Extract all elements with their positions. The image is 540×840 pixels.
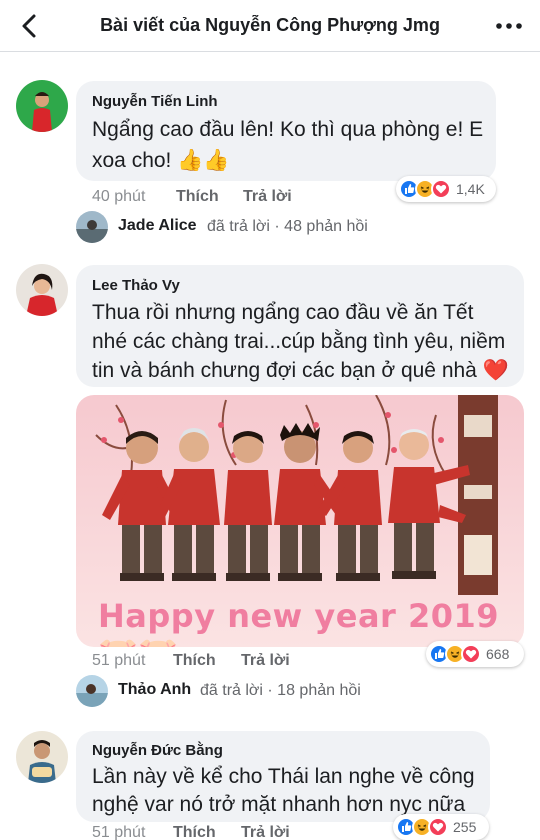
comment-text-line: tin và bánh chưng đợi các bạn ở quê nhà … (92, 359, 509, 382)
comment-text-line: Ngẩng cao đầu lên! Ko thì qua phòng e! E (92, 118, 484, 141)
reaction-count: 668 (486, 646, 510, 662)
like-button[interactable]: Thích (173, 824, 216, 840)
commenter-avatar[interactable] (16, 80, 68, 132)
top-navigation-bar: Bài viết của Nguyễn Công Phượng Jmg (0, 0, 540, 52)
reply-author-avatar (76, 211, 108, 243)
more-options-icon[interactable] (494, 16, 524, 36)
commenter-avatar[interactable] (16, 264, 68, 316)
page-title: Bài viết của Nguyễn Công Phượng Jmg (100, 15, 440, 35)
reply-count-text: đã trả lời · 18 phản hồi (200, 682, 361, 699)
replies-link[interactable]: Jade Alice đã trả lời · 48 phản hồi (76, 211, 476, 245)
back-chevron-icon[interactable] (16, 12, 44, 40)
love-reaction-icon (428, 817, 448, 837)
comment-text-line: Thua rồi nhưng ngẩng cao đầu về ăn Tết (92, 301, 474, 324)
reaction-summary[interactable]: 1,4K (396, 176, 496, 202)
comment-author[interactable]: Nguyễn Đức Bằng (92, 742, 223, 759)
comment-time: 51 phút (92, 652, 146, 669)
reaction-summary[interactable]: 255 (393, 814, 489, 840)
like-button[interactable]: Thích (173, 652, 216, 670)
reply-author-avatar (76, 675, 108, 707)
comment-time: 51 phút (92, 824, 146, 840)
reaction-summary[interactable]: 668 (426, 641, 524, 667)
reply-count-text: đã trả lời · 48 phản hồi (207, 218, 368, 235)
comment-author[interactable]: Nguyễn Tiến Linh (92, 93, 218, 110)
replies-link[interactable]: Thảo Anh đã trả lời · 18 phản hồi (76, 675, 476, 709)
reply-button[interactable]: Trả lời (241, 652, 290, 670)
love-reaction-icon (431, 179, 451, 199)
love-reaction-icon (461, 644, 481, 664)
comment-author[interactable]: Lee Thảo Vy (92, 277, 180, 294)
comment-photo[interactable]: Happy new year 2019 🐷🐷 (76, 395, 524, 647)
reply-button[interactable]: Trả lời (243, 188, 292, 206)
photo-caption: Happy new year 2019 🐷🐷 (98, 597, 500, 647)
reaction-count: 1,4K (456, 181, 485, 197)
comment-time: 40 phút (92, 188, 146, 205)
reply-button[interactable]: Trả lời (241, 824, 290, 840)
commenter-avatar[interactable] (16, 731, 68, 783)
reaction-count: 255 (453, 819, 477, 835)
comment-text-line: Lần này về kể cho Thái lan nghe về công (92, 765, 475, 788)
comment-text-line: xoa cho! 👍👍 (92, 149, 230, 172)
reply-author-name: Jade Alice (118, 217, 197, 234)
comment-text-line: nhé các chàng trai...cúp bằng tình yêu, … (92, 330, 506, 353)
like-button[interactable]: Thích (176, 188, 219, 206)
reply-author-name: Thảo Anh (118, 681, 192, 698)
